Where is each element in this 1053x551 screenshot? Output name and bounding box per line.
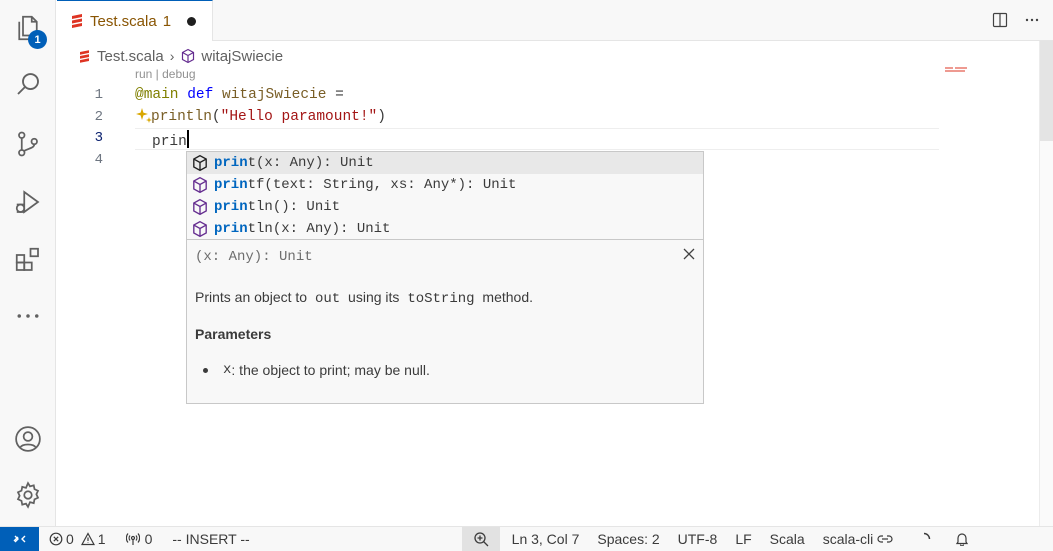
tab-bar: Test.scala 1 [57, 0, 1053, 41]
vim-mode: -- INSERT -- [172, 531, 250, 547]
unsaved-dot-icon[interactable] [187, 16, 197, 26]
language-mode[interactable]: Scala [758, 527, 811, 551]
zoom-icon[interactable] [461, 526, 500, 551]
suggestion-item[interactable]: prin t(x: Any): Unit [187, 152, 703, 174]
line-number: 3 [94, 130, 103, 146]
code-line-1[interactable]: @main def witajSwiecie = [135, 87, 344, 103]
suggestion-details: (x: Any): Unit Prints an object to out u… [186, 240, 704, 404]
suggestion-item[interactable]: prin tf(text: String, xs: Any*): Unit [187, 174, 703, 196]
bullet-icon [203, 367, 208, 373]
breadcrumb: Test.scala › witajSwiecie [80, 45, 283, 67]
vertical-scrollbar[interactable] [1039, 41, 1053, 526]
account-icon[interactable] [10, 421, 46, 457]
remote-indicator-icon[interactable] [0, 526, 39, 551]
status-bar: 0 1 0 -- INSERT -- Ln 3, Col 7 Spaces: 2… [0, 526, 1053, 551]
link-icon [877, 535, 893, 543]
more-actions-icon[interactable] [1023, 11, 1041, 29]
line-number: 1 [94, 87, 103, 103]
explorer-badge: 1 [28, 30, 47, 49]
problems-indicator[interactable]: 0 1 [39, 527, 112, 551]
line-number: 2 [94, 109, 103, 125]
scala-file-icon [80, 49, 89, 63]
indentation[interactable]: Spaces: 2 [585, 527, 665, 551]
activity-bar: 1 [0, 0, 56, 526]
breadcrumb-file[interactable]: Test.scala [97, 48, 164, 65]
method-cube-icon [193, 220, 207, 238]
method-cube-icon [193, 198, 207, 216]
details-description: Prints an object to out using its toStri… [195, 289, 534, 307]
method-cube-icon [182, 48, 195, 64]
details-param: x : the object to print; may be null. [203, 362, 430, 378]
code-line-3[interactable]: prin [152, 130, 189, 150]
broadcast-icon [125, 533, 140, 545]
editor-actions [991, 11, 1041, 29]
build-server[interactable]: scala-cli [811, 527, 900, 551]
extensions-icon[interactable] [10, 242, 46, 278]
search-icon[interactable] [10, 66, 46, 102]
loading-spinner-icon [899, 527, 937, 551]
scala-file-icon [72, 14, 82, 28]
suggestion-list[interactable]: prin t(x: Any): Unit prin tf(text: String,… [186, 151, 704, 240]
line-number: 4 [94, 152, 103, 168]
current-line-highlight [135, 128, 939, 150]
run-debug-icon[interactable] [10, 184, 46, 220]
tab-problem-count: 1 [162, 12, 172, 30]
details-signature: (x: Any): Unit [195, 249, 313, 265]
warning-icon [80, 532, 95, 546]
more-icon[interactable] [10, 298, 46, 334]
cursor-position[interactable]: Ln 3, Col 7 [500, 527, 586, 551]
suggestion-item[interactable]: prin tln(): Unit [187, 196, 703, 218]
chevron-right-icon: › [169, 48, 175, 64]
method-cube-icon [193, 154, 207, 172]
breadcrumb-symbol[interactable]: witajSwiecie [201, 48, 283, 65]
suggestion-item[interactable]: prin tln(x: Any): Unit [187, 218, 703, 240]
ports-indicator[interactable]: 0 [112, 527, 159, 551]
tab-title: Test.scala [90, 12, 157, 30]
codelens-run-debug[interactable]: run | debug [135, 67, 196, 81]
source-control-icon[interactable] [10, 126, 46, 162]
notifications-bell-icon[interactable] [937, 527, 975, 551]
split-editor-icon[interactable] [991, 11, 1009, 29]
details-params-heading: Parameters [195, 326, 272, 342]
end-of-line[interactable]: LF [723, 527, 757, 551]
error-icon [49, 532, 63, 546]
code-line-2[interactable]: println("Hello paramount!") [151, 109, 386, 125]
encoding[interactable]: UTF-8 [666, 527, 724, 551]
tab-test-scala[interactable]: Test.scala 1 [57, 0, 213, 41]
text-cursor [186, 130, 189, 148]
minimap[interactable] [945, 67, 977, 73]
scrollbar-thumb[interactable] [1040, 41, 1053, 141]
settings-gear-icon[interactable] [10, 477, 46, 513]
method-cube-icon [193, 176, 207, 194]
close-icon[interactable] [683, 247, 695, 265]
